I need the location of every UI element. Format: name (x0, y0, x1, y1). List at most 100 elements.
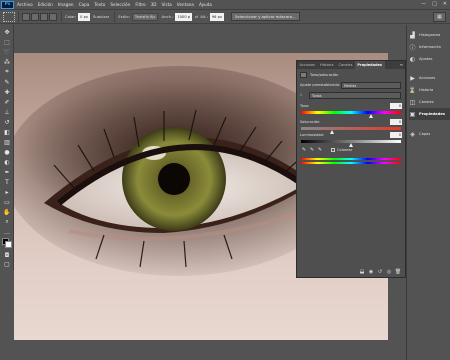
style-select[interactable]: Tamaño fijo (131, 12, 159, 21)
dock-item-ajustes[interactable]: ◐ Ajustes (409, 53, 450, 65)
menu-filtro[interactable]: Filtro (135, 2, 145, 7)
color-spectrum-bottom (301, 162, 401, 164)
target-hand-icon[interactable]: ☝ (300, 93, 302, 97)
panel-menu-icon[interactable]: ≡ (400, 62, 403, 67)
menu-texto[interactable]: Texto (94, 2, 105, 7)
window-controls: — □ ✕ (421, 1, 447, 7)
rectangle-tool-icon[interactable]: ▭ (2, 198, 12, 206)
layers-icon: ◈ (410, 130, 415, 138)
screen-mode-icon[interactable]: ▢ (2, 260, 12, 268)
app-logo: Ps (1, 0, 14, 9)
menu-3d[interactable]: 3D (151, 2, 157, 7)
subtract-selection-icon[interactable] (40, 12, 48, 21)
adjustments-icon: ◐ (409, 55, 416, 63)
minimize-button[interactable]: — (421, 1, 426, 7)
select-and-mask-button[interactable]: Seleccionar y aplicar máscara... (231, 12, 300, 21)
delete-icon[interactable]: 🗑 (395, 269, 401, 275)
add-selection-icon[interactable] (31, 12, 39, 21)
dock-item-capas[interactable]: ◈ Capas (409, 128, 450, 140)
dock-item-acciones[interactable]: ▶ Acciones (409, 72, 450, 84)
intersect-selection-icon[interactable] (49, 12, 57, 21)
channels-icon: ◫ (409, 98, 416, 106)
colorize-label: Colorear (337, 148, 353, 152)
menu-imagen[interactable]: Imagen (58, 2, 74, 7)
pen-tool-icon[interactable]: ✒ (2, 168, 12, 176)
crop-tool-icon[interactable]: ⌗ (2, 68, 12, 76)
history-brush-tool-icon[interactable]: ↺ (2, 118, 12, 126)
hand-tool-icon[interactable]: ✋ (2, 208, 12, 216)
menu-ventana[interactable]: Ventana (177, 2, 194, 7)
saturation-slider-thumb[interactable] (330, 130, 334, 134)
lightness-value[interactable]: 0 (390, 132, 402, 138)
panel-footer: ⬓ ◉ ↺ ◎ 🗑 (297, 267, 405, 277)
workspace-select-icon[interactable]: ▦ (433, 12, 446, 22)
colorize-checkbox[interactable] (331, 148, 335, 152)
new-selection-icon[interactable] (22, 12, 30, 21)
brush-tool-icon[interactable]: ✐ (2, 98, 12, 106)
dock-item-canales[interactable]: ◫ Canales (409, 96, 450, 108)
hue-slider-thumb[interactable] (369, 114, 373, 118)
options-bar: Calar: 0 px Suavizar Estilo: Tamaño fijo… (0, 9, 450, 24)
antialias-checkbox[interactable]: Suavizar (93, 14, 109, 19)
eyedropper-plus-icon[interactable]: ✎ (309, 147, 315, 153)
blur-tool-icon[interactable]: ● (2, 148, 12, 156)
height-input[interactable]: 96 px (209, 12, 224, 21)
path-selection-tool-icon[interactable]: ▸ (2, 188, 12, 196)
menu-capa[interactable]: Capa (79, 2, 90, 7)
gradient-tool-icon[interactable]: ▥ (2, 138, 12, 146)
more-tools-icon[interactable]: … (2, 228, 12, 236)
style-label: Estilo: (118, 14, 130, 19)
type-tool-icon[interactable]: T (2, 178, 12, 186)
preset-select[interactable]: Medida (341, 82, 401, 89)
reset-icon[interactable]: ↺ (377, 269, 383, 275)
width-input[interactable]: 1000 p (175, 12, 193, 21)
eyedropper-tool-icon[interactable]: ✎ (2, 78, 12, 86)
menu-vista[interactable]: Vista (161, 2, 171, 7)
tab-acciones[interactable]: Acciones (297, 61, 318, 69)
tab-propiedades[interactable]: Propiedades (354, 61, 385, 69)
quick-mask-icon[interactable]: ◘ (2, 251, 12, 259)
quick-select-tool-icon[interactable]: ⁂ (2, 58, 12, 66)
maximize-button[interactable]: □ (432, 1, 437, 7)
tools-panel: ✥ ⬚ ➰ ⁂ ⌗ ✎ ✚ ✐ ⊥ ↺ ◧ ▥ ● ◐ ✒ T ▸ ▭ ✋ ⌕ … (0, 25, 14, 270)
menu-ayuda[interactable]: Ayuda (199, 2, 212, 7)
hue-value[interactable]: 0 (390, 103, 402, 109)
tab-canales[interactable]: Canales (336, 61, 355, 69)
dock-item-informacion[interactable]: ⓘ Información (409, 41, 450, 53)
histogram-icon: ▟ (410, 31, 415, 39)
view-previous-icon[interactable]: ◉ (368, 269, 374, 275)
clone-stamp-tool-icon[interactable]: ⊥ (2, 108, 12, 116)
saturation-slider-track[interactable] (301, 127, 401, 130)
eyedropper-icon[interactable]: ✎ (301, 147, 307, 153)
lightness-slider-thumb[interactable] (349, 143, 353, 147)
eyedropper-minus-icon[interactable]: ✎ (317, 147, 323, 153)
menu-edicion[interactable]: Edición (38, 2, 53, 7)
dock-item-histograma[interactable]: ▟ Histograma (409, 29, 450, 41)
hue-slider-track[interactable] (301, 111, 401, 114)
tab-historia[interactable]: Historia (318, 61, 337, 69)
hue-saturation-icon (300, 72, 307, 78)
saturation-value[interactable]: 0 (390, 119, 402, 125)
channel-select[interactable]: Todos (309, 92, 401, 99)
dock-item-historia[interactable]: ⌛ Historia (409, 84, 450, 96)
healing-brush-tool-icon[interactable]: ✚ (2, 88, 12, 96)
marquee-tool-preset-icon[interactable] (3, 11, 15, 22)
menu-seleccion[interactable]: Selección (110, 2, 130, 7)
dodge-tool-icon[interactable]: ◐ (2, 158, 12, 166)
swap-icon[interactable]: ⇄ (195, 14, 198, 19)
clip-to-layer-icon[interactable]: ⬓ (359, 269, 365, 275)
feather-input[interactable]: 0 px (78, 12, 90, 21)
background-color-swatch[interactable] (5, 241, 12, 248)
move-tool-icon[interactable]: ✥ (2, 28, 12, 36)
zoom-tool-icon[interactable]: ⌕ (2, 218, 12, 226)
marquee-tool-icon[interactable]: ⬚ (2, 38, 12, 46)
document-tab-area (14, 25, 406, 53)
eraser-tool-icon[interactable]: ◧ (2, 128, 12, 136)
close-button[interactable]: ✕ (443, 1, 447, 7)
visibility-icon[interactable]: ◎ (386, 269, 392, 275)
menu-archivo[interactable]: Archivo (17, 2, 33, 7)
lasso-tool-icon[interactable]: ➰ (2, 48, 12, 56)
dock-item-propiedades[interactable]: ▣ Propiedades (409, 108, 450, 120)
color-spectrum-top (301, 158, 401, 160)
dock-label: Acciones (419, 76, 436, 80)
